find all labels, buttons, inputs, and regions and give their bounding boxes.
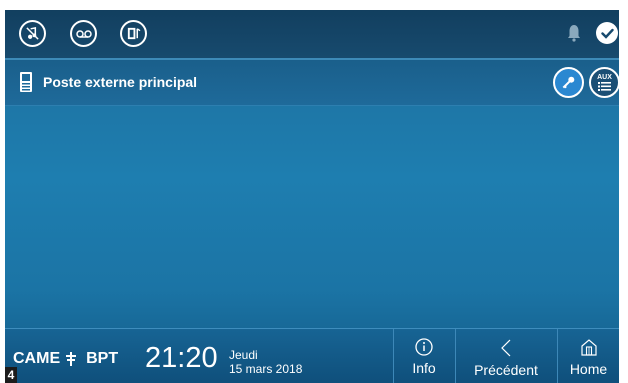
brand-mark-icon [66, 352, 77, 366]
back-label: Précédent [474, 362, 538, 378]
info-icon [415, 338, 433, 356]
figure-number: 4 [5, 367, 17, 383]
aux-button[interactable]: AUX [589, 67, 619, 98]
status-check-icon [596, 22, 618, 44]
bell-icon[interactable] [567, 24, 581, 42]
back-button[interactable]: Précédent [456, 329, 556, 383]
bottom-bar: CAME BPT 21:20 Jeudi 15 mars 2018 Info P… [5, 328, 619, 383]
entry-panel-icon [20, 72, 32, 92]
entry-panel-label: Poste externe principal [43, 74, 198, 90]
list-icon [597, 82, 611, 91]
clock-time: 21:20 [145, 342, 218, 374]
info-label: Info [412, 360, 436, 376]
voicemail-button[interactable] [70, 20, 97, 47]
brand-logo: CAME BPT [13, 350, 119, 367]
clock-date: 15 mars 2018 [229, 362, 303, 376]
caller-bar: Poste externe principal AUX [5, 60, 619, 106]
door-lock-button[interactable] [553, 67, 584, 98]
chevron-left-icon [501, 339, 511, 357]
intercom-screen: Poste externe principal AUX CAME BPT 21:… [5, 10, 619, 383]
key-icon [562, 76, 575, 89]
aux-label: AUX [597, 74, 612, 81]
mute-ringtone-button[interactable] [19, 20, 46, 47]
home-button[interactable]: Home [558, 329, 619, 383]
info-button[interactable]: Info [394, 329, 454, 383]
clock-day: Jeudi [229, 348, 258, 362]
voicemail-icon [75, 29, 92, 38]
home-label: Home [569, 361, 608, 377]
door-open-button[interactable] [120, 20, 147, 47]
mute-ringtone-icon [26, 26, 39, 40]
top-toolbar [5, 10, 619, 58]
door-open-icon [127, 27, 141, 40]
home-icon [580, 339, 597, 356]
